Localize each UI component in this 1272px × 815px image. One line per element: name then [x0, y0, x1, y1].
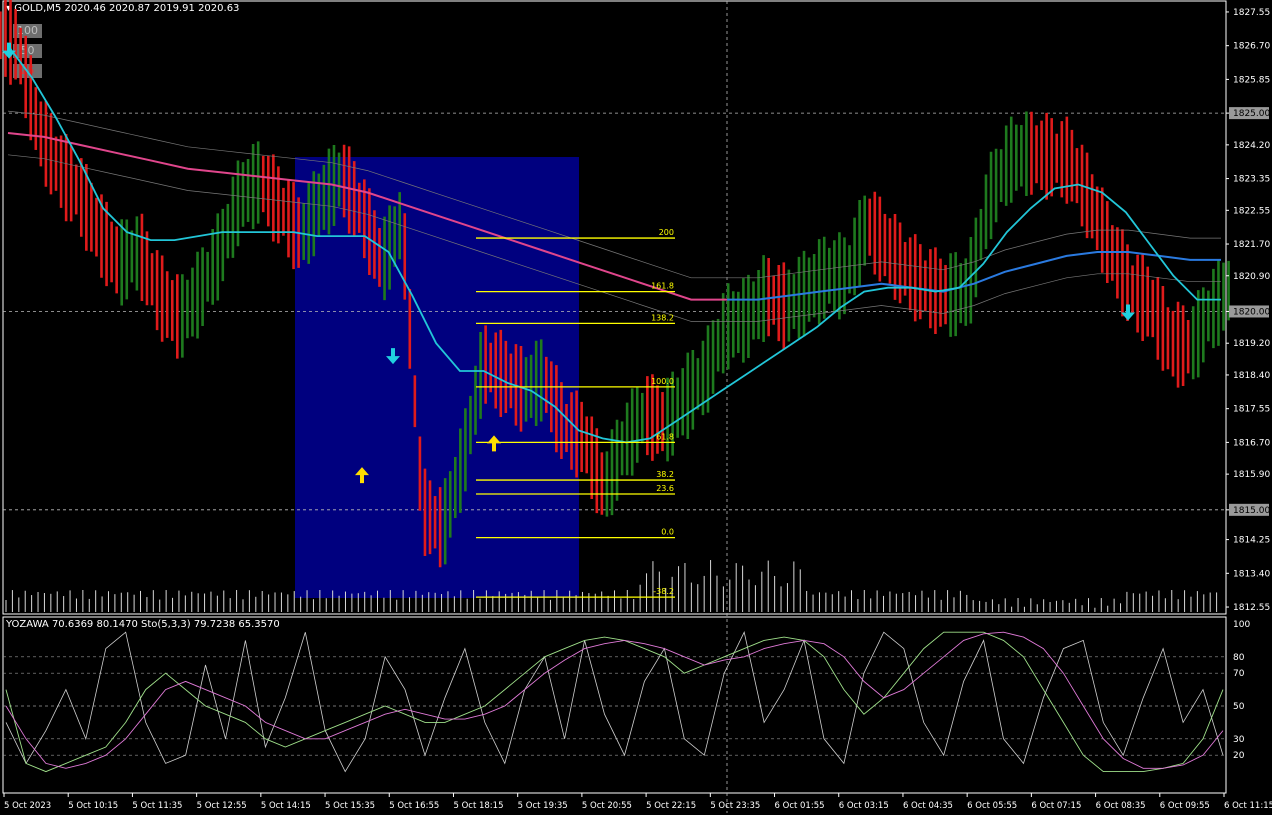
- y-tick-label: 1821.70: [1233, 240, 1270, 250]
- x-tick-label: 6 Oct 09:55: [1160, 801, 1210, 811]
- fib-label: 200: [659, 228, 674, 237]
- x-tick-label: 5 Oct 18:15: [453, 801, 503, 811]
- y-tick-label: 1822.55: [1233, 206, 1270, 216]
- y-tick-label: 1814.25: [1233, 536, 1270, 546]
- y-tick-label: 1825.85: [1233, 75, 1270, 85]
- x-tick-label: 5 Oct 20:55: [582, 801, 632, 811]
- osc-tick-label: 80: [1233, 653, 1245, 663]
- osc-tick-label: 50: [1233, 702, 1245, 712]
- y-tick-label: 1816.70: [1233, 438, 1270, 448]
- fib-label: 161.8: [651, 282, 674, 291]
- fib-label: 0.0: [661, 528, 674, 537]
- x-tick-label: 5 Oct 14:15: [261, 801, 311, 811]
- y-tick-label: 1815.00: [1233, 506, 1270, 516]
- x-tick-label: 5 Oct 19:35: [518, 801, 568, 811]
- x-tick-label: 6 Oct 05:55: [967, 801, 1017, 811]
- x-tick-label: 5 Oct 12:55: [197, 801, 247, 811]
- y-tick-label: 1813.40: [1233, 569, 1270, 579]
- y-tick-label: 1820.90: [1233, 272, 1270, 282]
- x-tick-label: 6 Oct 07:15: [1031, 801, 1081, 811]
- stoch-main-line: [5, 631, 1224, 773]
- osc-tick-label: 20: [1233, 751, 1245, 761]
- osc-tick-label: 30: [1233, 735, 1245, 745]
- y-tick-label: 1825.00: [1233, 109, 1270, 119]
- fib-label: 38.2: [656, 470, 674, 479]
- x-tick-label: 6 Oct 01:55: [775, 801, 825, 811]
- y-tick-label: 1820.00: [1233, 307, 1270, 317]
- osc-tick-label: 70: [1233, 669, 1245, 679]
- y-tick-label: 1818.40: [1233, 371, 1270, 381]
- y-tick-label: 1827.55: [1233, 8, 1270, 18]
- y-tick-label: 1826.70: [1233, 42, 1270, 52]
- yozawa-line: [5, 630, 1224, 773]
- x-tick-label: 5 Oct 22:15: [646, 801, 696, 811]
- price-chart[interactable]: 200 161.8 138.2 100.0 61.8 38.2 23.6 0.0 -38.2 18…: [0, 0, 1272, 815]
- x-tick-label: 6 Oct 08:35: [1096, 801, 1146, 811]
- osc-tick-label: 100: [1233, 620, 1250, 630]
- arrow-down-icon: [2, 42, 16, 59]
- fib-label: 23.6: [656, 484, 674, 493]
- stoch-signal-line: [5, 631, 1224, 769]
- fib-label: 61.8: [656, 432, 674, 441]
- y-tick-label: 1819.20: [1233, 339, 1270, 349]
- y-tick-label: 1815.90: [1233, 470, 1270, 480]
- indicator-plot-frame: [2, 616, 1227, 794]
- x-tick-label: 5 Oct 10:15: [68, 801, 118, 811]
- x-tick-label: 5 Oct 11:35: [132, 801, 182, 811]
- y-tick-label: 1812.55: [1233, 603, 1270, 613]
- x-tick-label: 6 Oct 11:15: [1224, 801, 1272, 811]
- x-tick-label: 5 Oct 2023: [4, 801, 51, 811]
- x-tick-label: 5 Oct 16:55: [389, 801, 439, 811]
- x-tick-label: 5 Oct 23:35: [710, 801, 760, 811]
- fast-ma-line: [7, 45, 1221, 444]
- x-tick-label: 6 Oct 03:15: [839, 801, 889, 811]
- x-tick-label: 5 Oct 15:35: [325, 801, 375, 811]
- fib-label: 100.0: [651, 377, 674, 386]
- y-tick-label: 1823.35: [1233, 175, 1270, 185]
- y-tick-label: 1824.20: [1233, 141, 1270, 151]
- fib-label: 138.2: [651, 313, 674, 322]
- fib-label: -38.2: [653, 587, 674, 596]
- y-tick-label: 1817.55: [1233, 405, 1270, 415]
- x-tick-label: 6 Oct 04:35: [903, 801, 953, 811]
